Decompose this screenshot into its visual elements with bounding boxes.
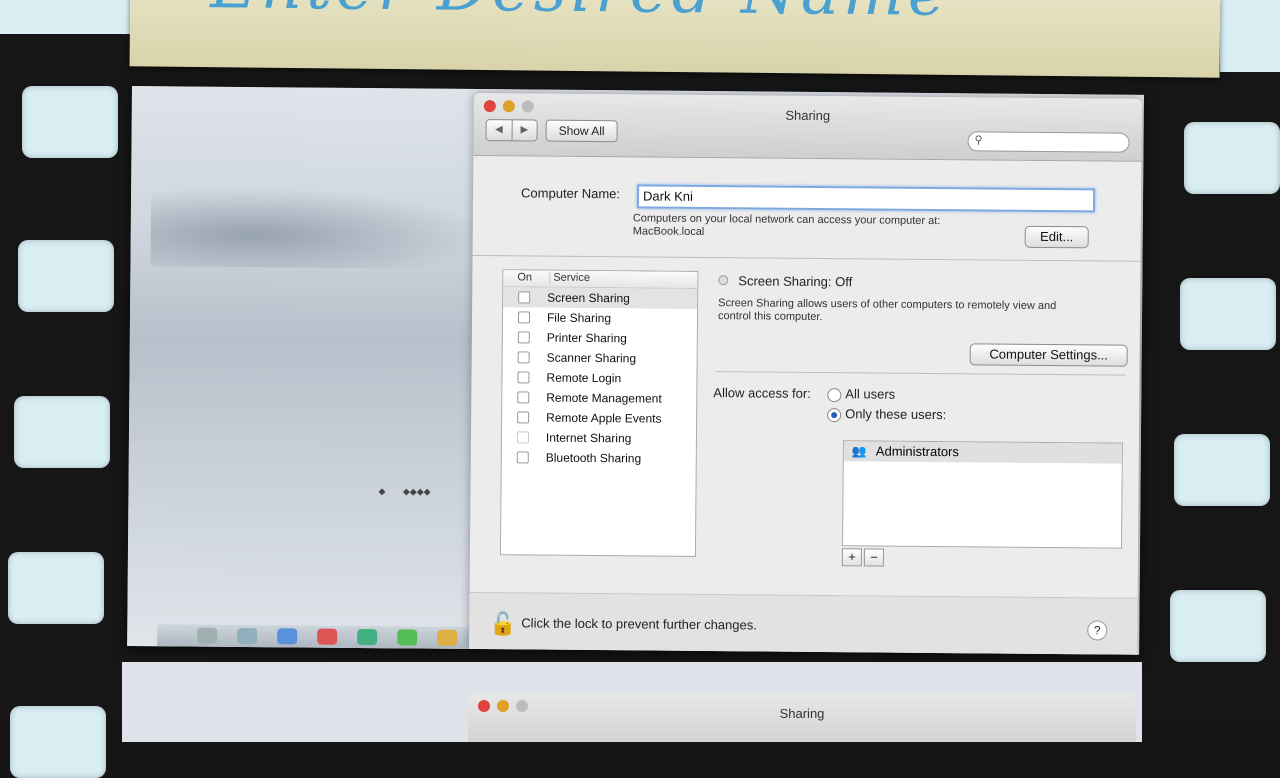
service-list-header: On Service xyxy=(503,270,698,289)
service-row-bluetooth-sharing[interactable]: Bluetooth Sharing xyxy=(502,447,696,469)
help-button[interactable]: ? xyxy=(1087,620,1108,641)
film-perforation xyxy=(8,552,104,624)
radio-all-users[interactable] xyxy=(827,388,842,403)
header-service: Service xyxy=(549,271,591,285)
film-edge xyxy=(1220,0,1280,72)
title-banner: Enter Desired Name xyxy=(129,0,1221,78)
next-screenshot-frame: Sharing xyxy=(122,662,1142,742)
service-checkbox[interactable] xyxy=(517,311,531,324)
nav-buttons: ◀ ▶ xyxy=(485,119,538,142)
service-row-scanner-sharing[interactable]: Scanner Sharing xyxy=(503,347,697,369)
screen-sharing-description-line2: control this computer. xyxy=(717,310,823,324)
service-list: On Service Screen Sharing File Sharing P… xyxy=(499,269,699,557)
film-perforation xyxy=(14,396,110,468)
window-title: Sharing xyxy=(779,706,825,721)
only-these-users-label: Only these users: xyxy=(845,406,947,423)
user-label: Administrators xyxy=(875,443,959,460)
wallpaper-trees xyxy=(150,186,492,270)
service-label: Internet Sharing xyxy=(545,430,632,446)
service-checkbox[interactable] xyxy=(517,391,530,404)
film-perforation xyxy=(1180,278,1276,350)
dock-app-icon[interactable] xyxy=(237,627,258,645)
user-list: 👥 Administrators xyxy=(842,440,1123,549)
film-perforation xyxy=(18,240,114,312)
radio-only-these-users[interactable] xyxy=(827,408,842,423)
computer-name-field[interactable]: Dark Kni xyxy=(636,184,1096,213)
dock-app-icon[interactable] xyxy=(357,628,378,646)
service-row-remote-apple-events[interactable]: Remote Apple Events xyxy=(502,407,696,429)
film-perforation xyxy=(1170,590,1266,662)
service-row-printer-sharing[interactable]: Printer Sharing xyxy=(503,327,697,349)
service-checkbox[interactable] xyxy=(518,291,531,304)
service-label: Screen Sharing xyxy=(547,290,630,306)
group-icon: 👥 xyxy=(851,444,867,459)
dock-app-icon[interactable] xyxy=(277,628,298,645)
divider xyxy=(715,371,1126,376)
search-icon: ⚲ xyxy=(974,134,983,147)
user-row[interactable]: 👥 Administrators xyxy=(843,441,1122,464)
sharing-window: Sharing ◀ ▶ Show All ⚲ Computer Name: Da… xyxy=(469,92,1142,655)
service-label: Remote Login xyxy=(546,370,622,386)
computer-settings-button[interactable]: Computer Settings... xyxy=(969,343,1128,367)
edit-button[interactable]: Edit... xyxy=(1024,225,1089,249)
film-edge xyxy=(0,0,135,34)
screenshot-frame: ◆ ◆◆◆◆ Sharing ◀ ▶ Show All ⚲ Computer N… xyxy=(127,86,1144,655)
header-on: On xyxy=(517,271,533,284)
service-checkbox[interactable] xyxy=(517,351,530,364)
divider xyxy=(472,254,1141,262)
service-row-screen-sharing[interactable]: Screen Sharing xyxy=(503,287,698,309)
banner-text: Enter Desired Name xyxy=(210,0,950,31)
service-checkbox[interactable] xyxy=(516,431,530,444)
film-perforation xyxy=(22,86,118,158)
service-row-remote-management[interactable]: Remote Management xyxy=(502,387,696,409)
status-indicator-icon xyxy=(718,275,729,286)
service-label: Printer Sharing xyxy=(546,330,627,346)
film-perforation xyxy=(10,706,106,778)
sharing-window-partial: Sharing xyxy=(468,692,1136,742)
all-users-label: All users xyxy=(845,386,896,402)
service-label: File Sharing xyxy=(546,310,612,326)
service-row-remote-login[interactable]: Remote Login xyxy=(502,367,696,389)
service-checkbox[interactable] xyxy=(517,411,530,424)
dock-app-icon[interactable] xyxy=(437,629,458,646)
computer-name-label: Computer Name: xyxy=(521,185,621,202)
service-row-file-sharing[interactable]: File Sharing xyxy=(503,307,697,329)
dock-app-icon[interactable] xyxy=(317,628,338,645)
footer-bar: 🔓 Click the lock to prevent further chan… xyxy=(469,591,1138,655)
film-perforation xyxy=(1174,434,1270,506)
dock-app-icon[interactable] xyxy=(197,627,218,644)
service-label: Remote Apple Events xyxy=(546,410,662,426)
service-checkbox[interactable] xyxy=(517,331,530,344)
computer-name-help-line2: MacBook.local xyxy=(632,225,705,238)
service-checkbox[interactable] xyxy=(517,371,530,384)
show-all-button[interactable]: Show All xyxy=(545,119,618,143)
allow-access-label: Allow access for: xyxy=(713,385,811,401)
back-arrow-icon[interactable]: ◀ xyxy=(486,120,513,141)
window-titlebar: Sharing ◀ ▶ Show All ⚲ xyxy=(473,92,1142,162)
dock-app-icon[interactable] xyxy=(397,629,418,646)
service-label: Remote Management xyxy=(546,390,662,406)
add-user-button[interactable]: + xyxy=(841,548,862,567)
service-label: Scanner Sharing xyxy=(546,350,637,366)
wallpaper-ducks: ◆ ◆◆◆◆ xyxy=(378,486,431,497)
forward-arrow-icon[interactable]: ▶ xyxy=(512,120,537,140)
screen-sharing-status: Screen Sharing: Off xyxy=(738,273,853,290)
remove-user-button[interactable]: − xyxy=(863,548,884,567)
lock-icon[interactable]: 🔓 xyxy=(489,611,517,637)
service-checkbox[interactable] xyxy=(516,451,529,464)
film-perforation xyxy=(1184,122,1280,194)
search-input[interactable]: ⚲ xyxy=(967,131,1130,153)
service-label: Bluetooth Sharing xyxy=(545,450,642,466)
service-row-internet-sharing[interactable]: Internet Sharing xyxy=(502,427,696,449)
lock-text: Click the lock to prevent further change… xyxy=(521,615,757,633)
